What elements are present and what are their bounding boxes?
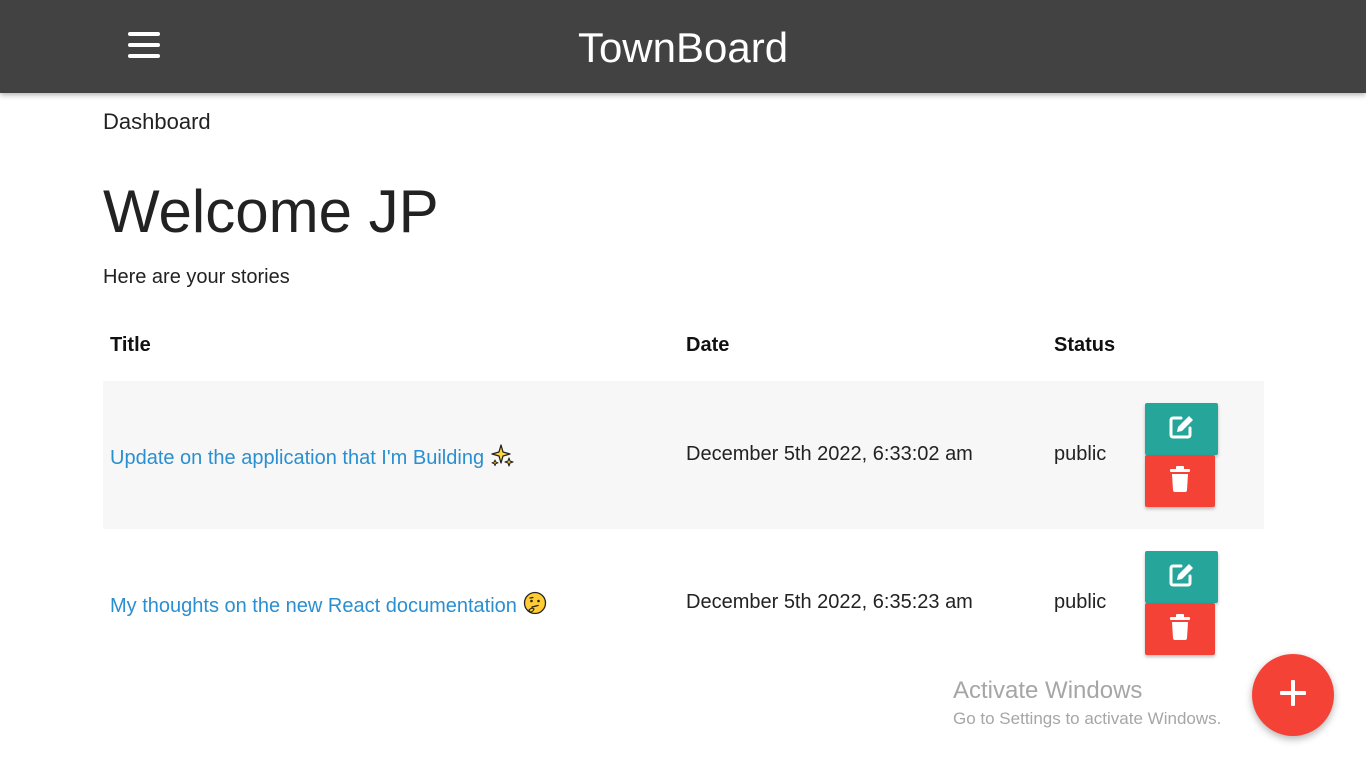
watermark-title: Activate Windows xyxy=(953,677,1143,704)
column-header-date: Date xyxy=(686,334,730,356)
edit-icon xyxy=(1168,562,1196,593)
plus-icon xyxy=(1278,678,1308,713)
story-title-cell: Update on the application that I'm Build… xyxy=(110,443,514,473)
thinking-face-icon xyxy=(523,591,547,621)
edit-story-button[interactable] xyxy=(1145,403,1218,455)
breadcrumb: Dashboard xyxy=(103,109,211,134)
sparkles-icon xyxy=(490,443,514,473)
column-header-title: Title xyxy=(110,334,151,356)
story-title-link[interactable]: Update on the application that I'm Build… xyxy=(110,447,484,469)
story-title-link[interactable]: My thoughts on the new React documentati… xyxy=(110,595,517,617)
brand-logo[interactable]: TownBoard xyxy=(0,22,1366,74)
trash-icon xyxy=(1169,613,1191,645)
activate-windows-watermark: Activate Windows Go to Settings to activ… xyxy=(953,676,1221,732)
table-row: My thoughts on the new React documentati… xyxy=(103,529,1264,677)
table-header: Title Date Status xyxy=(103,320,1264,381)
watermark-subtitle: Go to Settings to activate Windows. xyxy=(953,709,1222,728)
page-title: Welcome JP xyxy=(103,178,439,245)
story-date: December 5th 2022, 6:35:23 am xyxy=(686,591,973,613)
table-row: Update on the application that I'm Build… xyxy=(103,381,1264,529)
delete-story-button[interactable] xyxy=(1145,603,1215,655)
trash-icon xyxy=(1169,465,1191,497)
add-story-button[interactable] xyxy=(1252,654,1334,736)
page-subtitle: Here are your stories xyxy=(103,266,290,288)
story-title-cell: My thoughts on the new React documentati… xyxy=(110,591,547,621)
story-status: public xyxy=(1054,443,1107,465)
edit-story-button[interactable] xyxy=(1145,551,1218,603)
stories-table: Title Date Status Update on the applicat… xyxy=(103,320,1264,677)
story-date: December 5th 2022, 6:33:02 am xyxy=(686,443,973,465)
column-header-status: Status xyxy=(1054,334,1116,356)
navbar: TownBoard xyxy=(0,0,1366,93)
edit-icon xyxy=(1168,414,1196,445)
story-status: public xyxy=(1054,591,1107,613)
delete-story-button[interactable] xyxy=(1145,455,1215,507)
